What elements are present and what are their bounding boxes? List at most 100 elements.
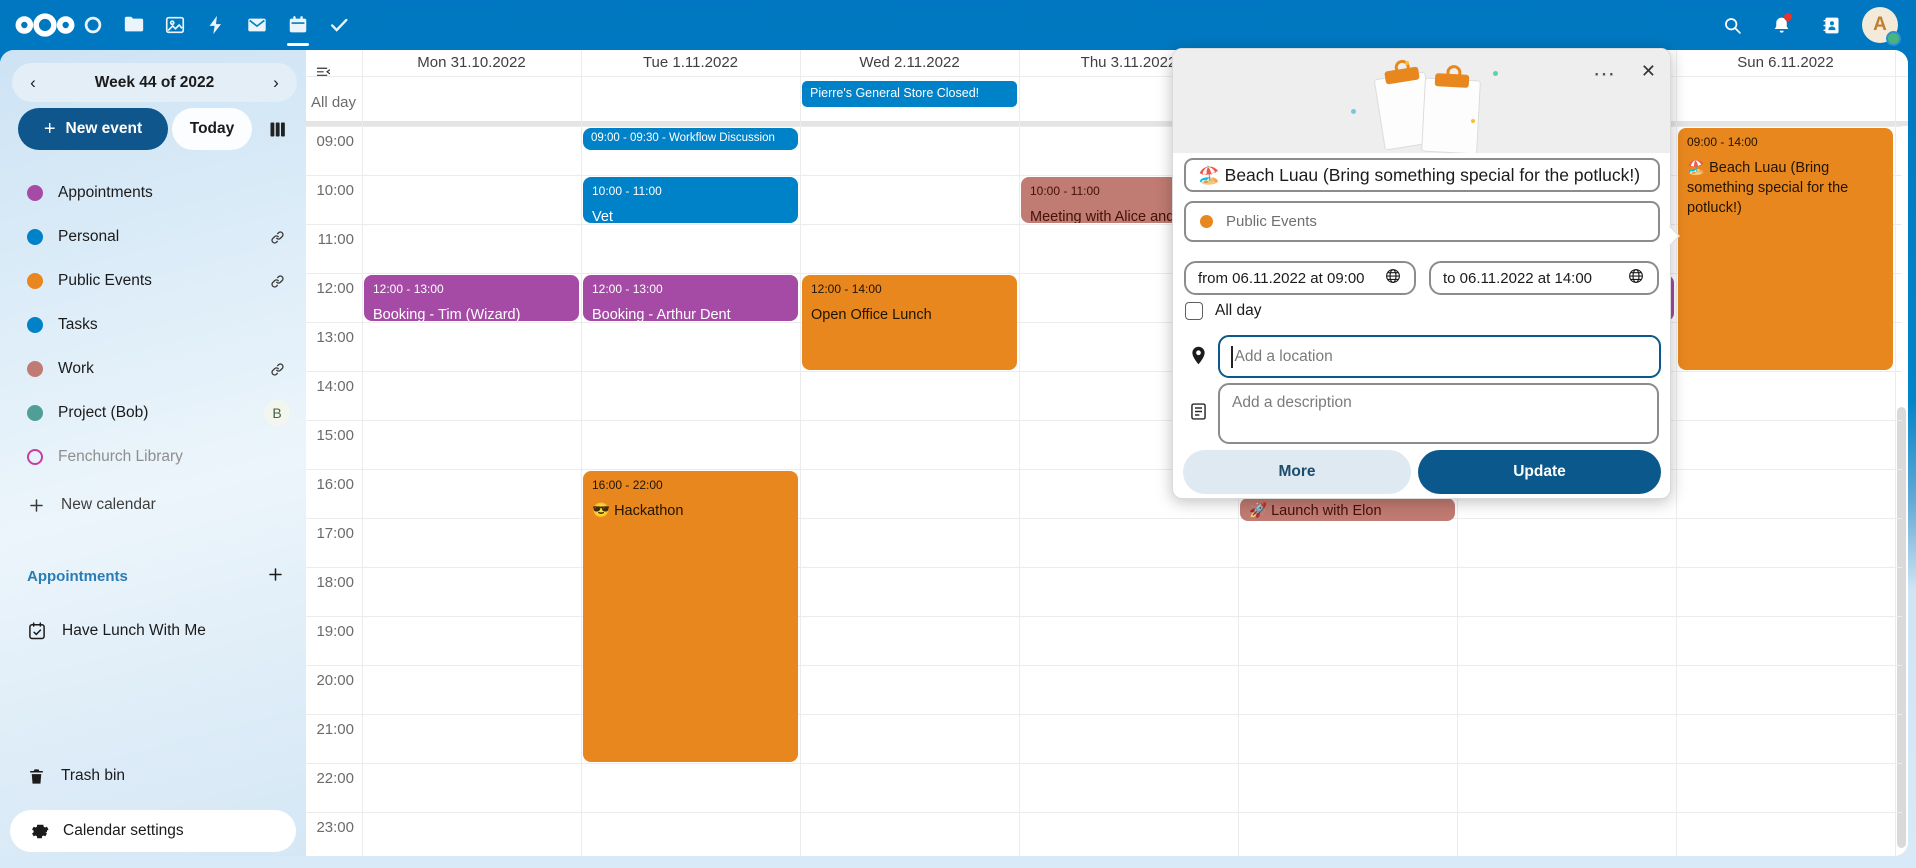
calendar-color-dot xyxy=(27,405,43,421)
calendar-list: Appointments Personal Public Events Task… xyxy=(0,171,306,479)
event[interactable]: 09:00 - 09:30 - Workflow Discussion xyxy=(583,128,798,150)
end-datetime-picker[interactable]: to 06.11.2022 at 14:00 xyxy=(1429,261,1659,295)
app-calendar-icon[interactable] xyxy=(278,0,318,50)
calendar-item-label: Tasks xyxy=(58,316,290,334)
app-tasks-icon[interactable] xyxy=(319,0,359,50)
calendar-item-fenchurch-library[interactable]: Fenchurch Library xyxy=(0,435,306,479)
trash-bin-button[interactable]: Trash bin xyxy=(0,754,306,798)
app-activity-icon[interactable] xyxy=(196,0,236,50)
calendar-item-personal[interactable]: Personal xyxy=(0,215,306,259)
all-day-row: All day xyxy=(1185,302,1262,320)
nextcloud-logo[interactable] xyxy=(14,0,76,50)
app-circles-icon[interactable] xyxy=(73,0,113,50)
calendar-item-label: Fenchurch Library xyxy=(58,448,290,466)
grid-line xyxy=(1019,50,1020,856)
end-datetime-value: to 06.11.2022 at 14:00 xyxy=(1443,270,1592,287)
app-photos-icon[interactable] xyxy=(155,0,195,50)
calendar-color-dot xyxy=(27,361,43,377)
all-day-label: All day xyxy=(311,94,361,111)
avatar[interactable]: A xyxy=(1862,7,1898,43)
all-day-checkbox[interactable] xyxy=(1185,302,1203,320)
grid-line xyxy=(1895,50,1896,856)
avatar-initial: A xyxy=(1873,14,1887,36)
description-icon xyxy=(1188,401,1209,427)
grid-line xyxy=(362,50,363,856)
calendar-item-label: Appointments xyxy=(58,184,290,202)
hour-label: 13:00 xyxy=(306,329,354,346)
app-mail-icon[interactable] xyxy=(237,0,277,50)
event[interactable]: 🚀 Launch with Elon xyxy=(1240,498,1455,521)
view-columns-toggle[interactable] xyxy=(262,118,292,144)
location-input[interactable]: Add a location xyxy=(1218,335,1661,378)
confetti-dot xyxy=(1493,71,1498,76)
app-files-icon[interactable] xyxy=(114,0,154,50)
calendar-item-public-events[interactable]: Public Events xyxy=(0,259,306,303)
top-bar: A xyxy=(0,0,1916,50)
update-button[interactable]: Update xyxy=(1418,450,1661,494)
event[interactable]: 12:00 - 14:00Open Office Lunch xyxy=(802,275,1017,370)
previous-week-button[interactable]: ‹ xyxy=(18,68,48,98)
new-event-button[interactable]: + New event xyxy=(18,108,168,150)
timezone-globe-icon[interactable] xyxy=(1627,267,1645,289)
grid-line xyxy=(1676,50,1677,856)
calendar-color-dot xyxy=(27,317,43,333)
week-navigation: ‹ Week 44 of 2022 › xyxy=(12,63,297,102)
event[interactable]: 12:00 - 13:00Booking - Tim (Wizard) xyxy=(364,275,579,321)
calendar-item-tasks[interactable]: Tasks xyxy=(0,303,306,347)
appointment-item[interactable]: Have Lunch With Me xyxy=(0,609,306,653)
calendar-settings-button[interactable]: Calendar settings xyxy=(10,810,296,852)
confetti-dot xyxy=(1405,61,1409,65)
contacts-menu-icon[interactable] xyxy=(1809,0,1853,50)
calendar-item-appointments[interactable]: Appointments xyxy=(0,171,306,215)
appointments-heading: Appointments xyxy=(27,568,260,585)
calendar-item-work[interactable]: Work xyxy=(0,347,306,391)
event[interactable]: 10:00 - 11:00Vet xyxy=(583,177,798,223)
calendar-picker[interactable]: Public Events xyxy=(1184,201,1660,242)
grid-line xyxy=(306,714,1902,715)
event-title-input[interactable] xyxy=(1184,158,1660,192)
location-placeholder: Add a location xyxy=(1235,348,1333,366)
add-appointment-button[interactable] xyxy=(260,562,290,590)
event[interactable]: 16:00 - 22:00😎 Hackathon xyxy=(583,471,798,762)
notification-dot xyxy=(1784,13,1792,21)
vertical-scrollbar-thumb[interactable] xyxy=(1897,407,1906,848)
hour-label: 11:00 xyxy=(306,231,354,248)
all-day-checkbox-label: All day xyxy=(1215,302,1262,320)
grid-line xyxy=(306,567,1902,568)
shared-link-icon xyxy=(264,361,290,378)
event[interactable]: 12:00 - 13:00Booking - Arthur Dent xyxy=(583,275,798,321)
description-input[interactable]: Add a description xyxy=(1218,383,1659,444)
notifications-bell-icon[interactable] xyxy=(1759,0,1803,50)
calendar-color-dot xyxy=(27,273,43,289)
shared-link-icon xyxy=(264,273,290,290)
calendar-item-label: Personal xyxy=(58,228,264,246)
calendar-item-label: Public Events xyxy=(58,272,264,290)
illustration-clip xyxy=(1435,73,1470,88)
calendar-item-project-bob-[interactable]: Project (Bob)B xyxy=(0,391,306,435)
calendar-item-label: Project (Bob) xyxy=(58,404,264,422)
hour-label: 17:00 xyxy=(306,525,354,542)
grid-line xyxy=(581,50,582,856)
compress-view-icon[interactable] xyxy=(310,62,336,86)
trash-bin-label: Trash bin xyxy=(61,767,125,785)
calendar-settings-label: Calendar settings xyxy=(63,822,184,840)
event[interactable]: 09:00 - 14:00🏖️ Beach Luau (Bring someth… xyxy=(1678,128,1893,370)
today-button[interactable]: Today xyxy=(172,108,252,150)
new-calendar-button[interactable]: New calendar xyxy=(0,483,306,527)
timezone-globe-icon[interactable] xyxy=(1384,267,1402,289)
more-button[interactable]: More xyxy=(1183,450,1411,494)
start-datetime-value: from 06.11.2022 at 09:00 xyxy=(1198,270,1365,287)
event-time: 09:00 - 14:00 xyxy=(1687,135,1884,149)
close-icon[interactable]: ✕ xyxy=(1641,61,1656,82)
illustration-page xyxy=(1421,78,1481,153)
all-day-event[interactable]: Pierre's General Store Closed! xyxy=(802,81,1017,107)
actions-menu-button[interactable]: ⋯ xyxy=(1593,61,1616,87)
event-title: 🚀 Launch with Elon xyxy=(1249,501,1446,521)
event-title: Booking - Arthur Dent xyxy=(592,305,789,321)
day-header: Mon 31.10.2022 xyxy=(362,50,581,76)
start-datetime-picker[interactable]: from 06.11.2022 at 09:00 xyxy=(1184,261,1416,295)
calendar-color-dot xyxy=(1200,215,1213,228)
next-week-button[interactable]: › xyxy=(261,68,291,98)
search-icon[interactable] xyxy=(1710,0,1754,50)
plus-icon: + xyxy=(44,118,56,141)
